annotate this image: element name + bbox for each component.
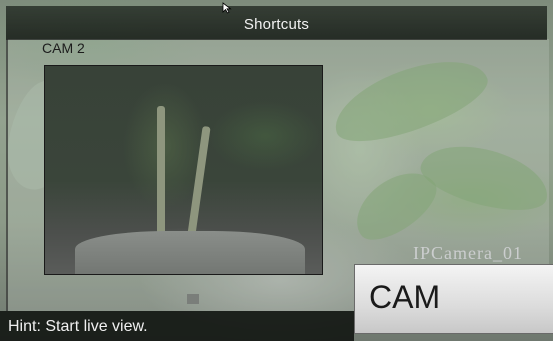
camera-preview-window[interactable] xyxy=(44,65,323,275)
cam-button[interactable]: CAM xyxy=(354,264,553,334)
page-indicator xyxy=(187,294,199,304)
shortcuts-bar[interactable]: Shortcuts xyxy=(6,6,547,40)
plant-stem xyxy=(157,106,165,236)
camera-watermark: IPCamera_01 xyxy=(413,243,523,263)
mouse-cursor-icon xyxy=(222,2,232,14)
camera-name-label: CAM 2 xyxy=(42,40,85,56)
hint-text: Hint: Start live view. xyxy=(8,318,148,335)
plant-stem xyxy=(187,125,211,237)
plant-pot xyxy=(75,231,305,274)
cam-button-label: CAM xyxy=(369,279,441,315)
shortcuts-title: Shortcuts xyxy=(243,16,310,33)
hint-bar: Hint: Start live view. xyxy=(0,311,354,341)
